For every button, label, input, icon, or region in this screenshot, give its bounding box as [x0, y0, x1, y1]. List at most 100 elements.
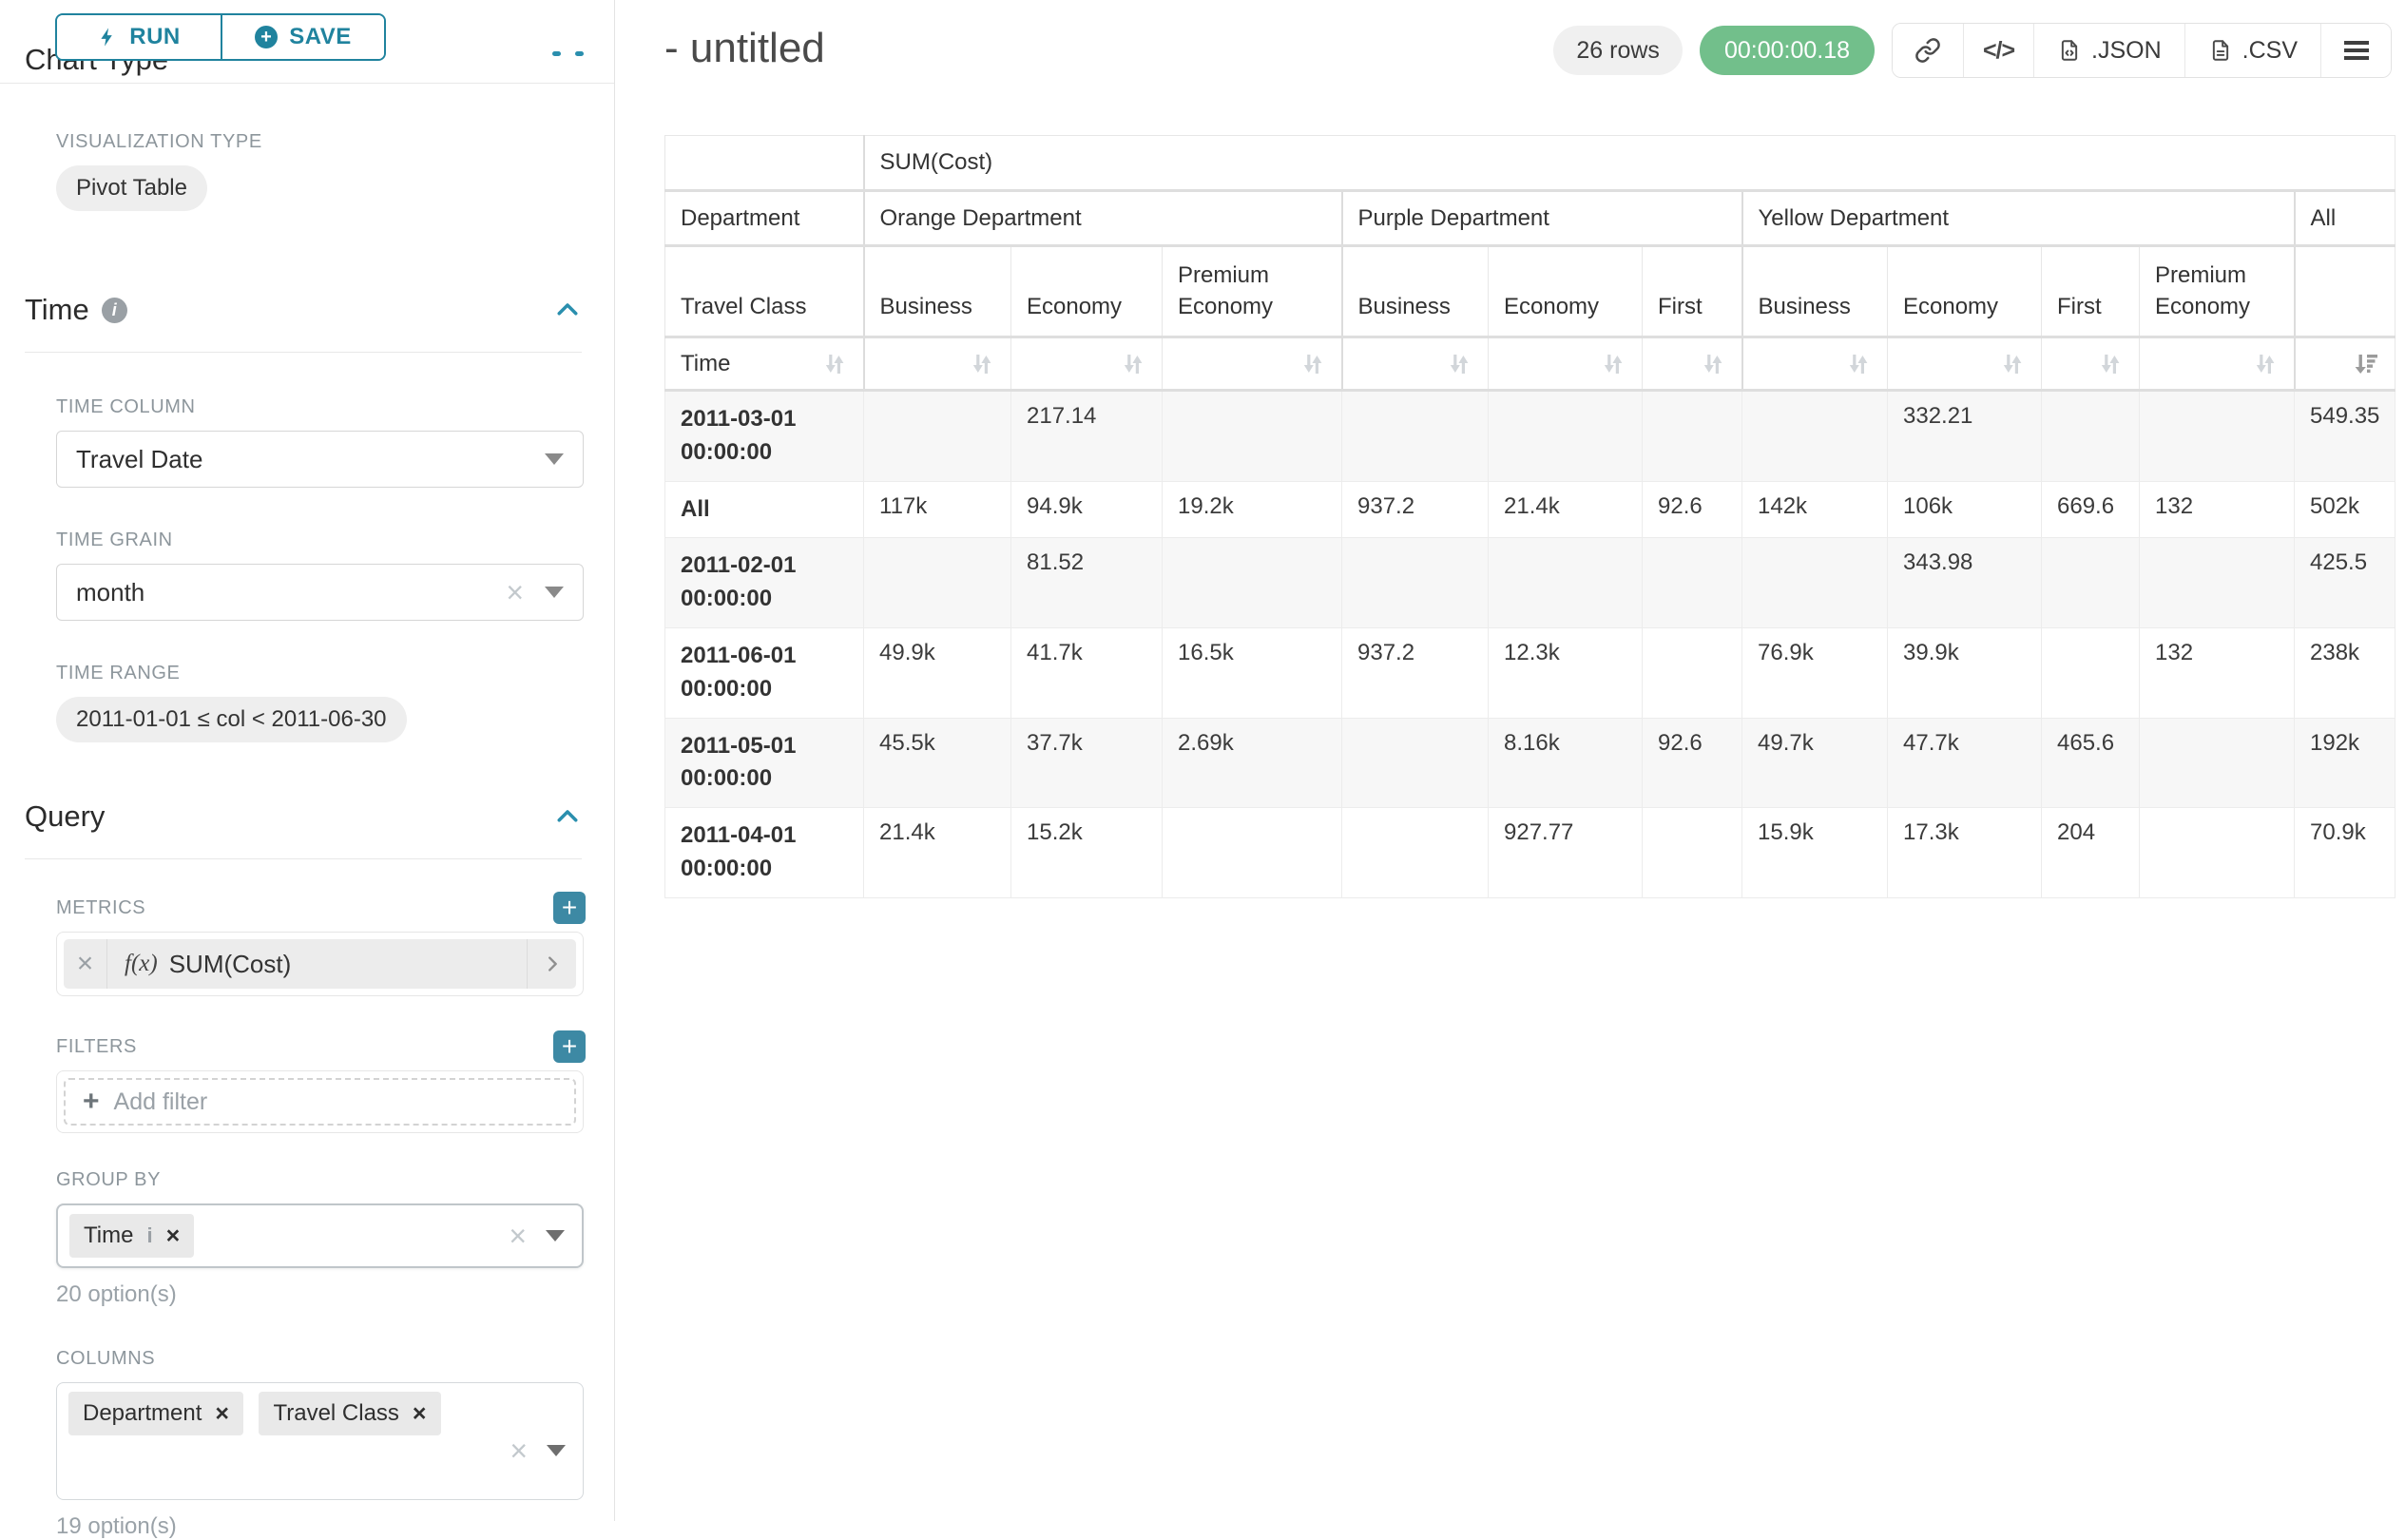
time-range-pill[interactable]: 2011-01-01 ≤ col < 2011-06-30 — [56, 697, 407, 742]
export-toolbar: </> .JSON .CSV — [1892, 23, 2392, 78]
department-group-header: Orange Department — [864, 191, 1342, 246]
add-filter-button[interactable] — [553, 1030, 586, 1063]
sort-header[interactable] — [1342, 337, 1489, 391]
group-by-label: GROUP BY — [56, 1169, 584, 1191]
sort-icon[interactable] — [1120, 351, 1146, 377]
sort-icon[interactable] — [2252, 351, 2279, 377]
sort-icon[interactable] — [821, 351, 848, 377]
sort-desc-icon[interactable] — [2353, 351, 2379, 377]
query-section-header[interactable]: Query — [25, 799, 582, 834]
row-label: 2011-06-01 00:00:00 — [665, 627, 864, 718]
sort-header[interactable] — [1011, 337, 1163, 391]
remove-metric-icon[interactable] — [64, 939, 107, 989]
pivot-cell — [1342, 808, 1489, 898]
view-query-button[interactable]: </> — [1963, 24, 2033, 77]
sort-icon[interactable] — [1700, 351, 1726, 377]
run-button-label: RUN — [129, 24, 181, 50]
sort-header[interactable] — [2295, 337, 2395, 391]
row-label: All — [665, 481, 864, 538]
pivot-cell: 238k — [2295, 627, 2395, 718]
pivot-cell: 45.5k — [864, 718, 1011, 808]
share-link-button[interactable] — [1893, 24, 1963, 77]
time-grain-value: month — [76, 578, 506, 607]
sort-header[interactable] — [2140, 337, 2295, 391]
columns-select[interactable]: Department Travel Class — [56, 1382, 584, 1500]
sort-header[interactable] — [1888, 337, 2042, 391]
add-metric-button[interactable] — [553, 892, 586, 924]
table-row: 2011-02-01 00:00:0081.52343.98425.5 — [665, 538, 2395, 628]
chevron-right-icon[interactable] — [527, 939, 576, 989]
pivot-cell — [1342, 718, 1489, 808]
sort-header[interactable] — [1489, 337, 1643, 391]
code-icon: </> — [1983, 37, 2014, 65]
remove-chip-icon[interactable] — [215, 1402, 229, 1426]
query-section-title: Query — [25, 799, 105, 834]
metric-chip[interactable]: f(x) SUM(Cost) — [64, 939, 576, 989]
remove-chip-icon[interactable] — [166, 1224, 181, 1248]
columns-chip[interactable]: Travel Class — [259, 1392, 440, 1435]
clear-icon[interactable] — [510, 1435, 528, 1466]
clear-icon[interactable] — [506, 577, 524, 607]
pivot-cell — [1742, 391, 1888, 482]
metric-name: SUM(Cost) — [169, 950, 527, 979]
export-csv-button[interactable]: .CSV — [2184, 24, 2320, 77]
run-button[interactable]: RUN — [57, 15, 221, 59]
sort-icon[interactable] — [1999, 351, 2026, 377]
menu-button[interactable] — [2320, 24, 2391, 77]
control-panel: Chart Type RUN SAVE VISUALIZATION TYPE P… — [0, 0, 615, 1521]
save-button[interactable]: SAVE — [221, 15, 384, 59]
info-icon — [146, 1223, 152, 1248]
group-by-select[interactable]: Time — [56, 1203, 584, 1268]
chevron-up-icon[interactable] — [553, 802, 582, 831]
sort-header[interactable] — [1163, 337, 1342, 391]
sort-icon[interactable] — [1600, 351, 1626, 377]
pivot-cell: 19.2k — [1163, 481, 1342, 538]
row-label: 2011-02-01 00:00:00 — [665, 538, 864, 628]
time-section-title: Time — [25, 293, 89, 327]
add-filter-dropzone[interactable]: Add filter — [64, 1078, 576, 1126]
plus-icon — [83, 1088, 100, 1116]
time-column-select[interactable]: Travel Date — [56, 431, 584, 488]
pivot-cell — [1643, 808, 1742, 898]
pivot-cell — [2042, 538, 2140, 628]
sort-icon[interactable] — [969, 351, 995, 377]
pivot-cell: 94.9k — [1011, 481, 1163, 538]
metrics-box: f(x) SUM(Cost) — [56, 932, 584, 996]
chevron-up-icon[interactable] — [553, 296, 582, 324]
sort-icon[interactable] — [1299, 351, 1326, 377]
export-json-button[interactable]: .JSON — [2033, 24, 2184, 77]
pivot-cell: 937.2 — [1342, 627, 1489, 718]
viz-type-pill[interactable]: Pivot Table — [56, 165, 207, 211]
group-by-chip[interactable]: Time — [69, 1214, 194, 1258]
row-label: 2011-04-01 00:00:00 — [665, 808, 864, 898]
pivot-cell: 37.7k — [1011, 718, 1163, 808]
sort-header[interactable] — [864, 337, 1011, 391]
row-dimension-sort-header[interactable]: Time — [665, 337, 864, 391]
row-count-badge: 26 rows — [1553, 26, 1683, 75]
sort-header[interactable] — [1643, 337, 1742, 391]
time-column-label: TIME COLUMN — [56, 396, 584, 418]
remove-chip-icon[interactable] — [413, 1402, 427, 1426]
department-group-header: Purple Department — [1342, 191, 1742, 246]
pivot-cell — [1489, 391, 1643, 482]
travel-class-header: Business — [1342, 246, 1489, 337]
pivot-cell: 425.5 — [2295, 538, 2395, 628]
travel-class-header: First — [1643, 246, 1742, 337]
link-icon — [1914, 37, 1941, 64]
pivot-cell: 2.69k — [1163, 718, 1342, 808]
clear-icon[interactable] — [509, 1221, 527, 1251]
pivot-cell: 21.4k — [1489, 481, 1643, 538]
sort-header[interactable] — [1742, 337, 1888, 391]
sort-header[interactable] — [2042, 337, 2140, 391]
columns-chip[interactable]: Department — [68, 1392, 243, 1435]
add-filter-placeholder: Add filter — [114, 1088, 208, 1116]
pivot-cell — [864, 538, 1011, 628]
time-section-header[interactable]: Time — [25, 293, 582, 327]
sort-icon[interactable] — [2097, 351, 2124, 377]
time-grain-select[interactable]: month — [56, 564, 584, 621]
pivot-cell: 49.9k — [864, 627, 1011, 718]
sort-icon[interactable] — [1845, 351, 1872, 377]
pivot-cell — [1342, 538, 1489, 628]
sort-icon[interactable] — [1446, 351, 1472, 377]
chart-title[interactable]: - untitled — [664, 25, 825, 72]
